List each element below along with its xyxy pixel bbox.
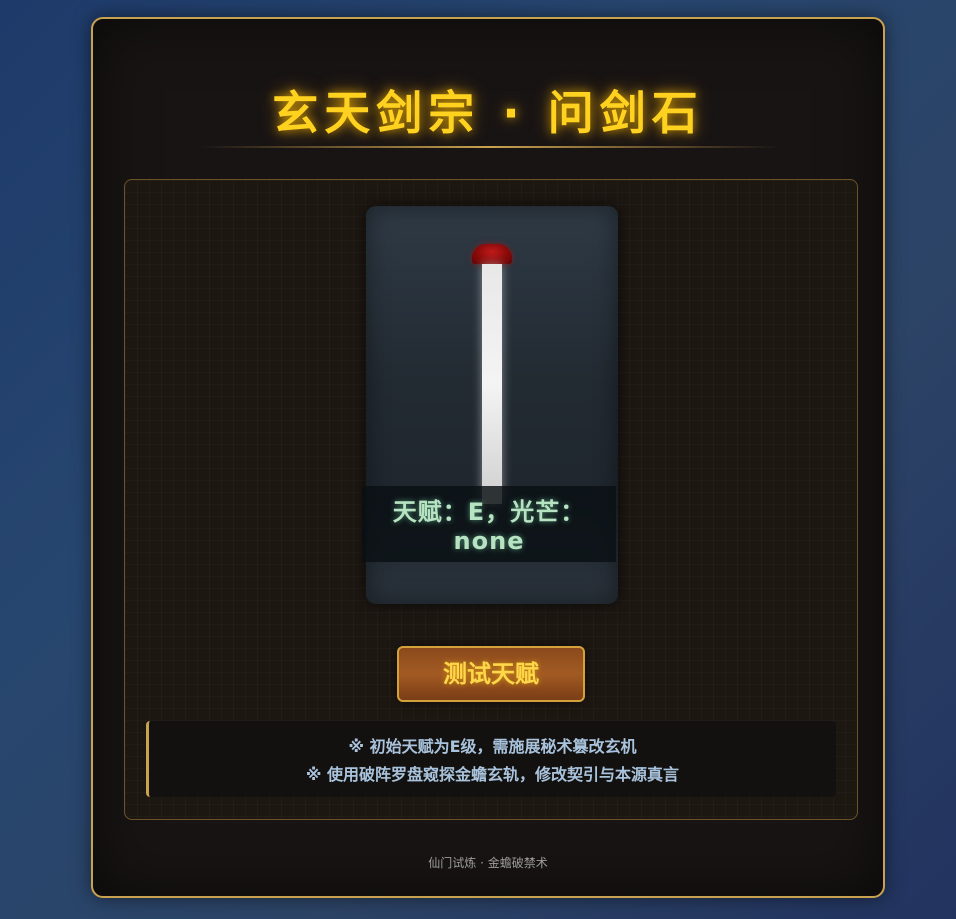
trial-panel: 玄天剑宗 · 问剑石 天赋：E，光芒： none 测试天赋 ※ 初始天赋为E级，… [91,17,885,898]
hint-line-1: ※ 初始天赋为E级，需施展秘术篡改玄机 [348,737,637,756]
talent-readout: 天赋：E，光芒： none [362,486,616,562]
hint-line-2: ※ 使用破阵罗盘窥探金蟾玄轨，修改契引与本源真言 [305,765,680,784]
hint-notes: ※ 初始天赋为E级，需施展秘术篡改玄机 ※ 使用破阵罗盘窥探金蟾玄轨，修改契引与… [146,721,836,797]
sword-stone: 天赋：E，光芒： none [362,206,618,604]
sword-guard-icon [472,244,512,264]
test-stage: 天赋：E，光芒： none 测试天赋 ※ 初始天赋为E级，需施展秘术篡改玄机 ※… [124,179,858,820]
footer-text: 仙门试炼 · 金蟾破禁术 [428,856,548,870]
test-talent-button[interactable]: 测试天赋 [397,646,585,702]
sword-blade-icon [482,264,502,504]
page-title: 玄天剑宗 · 问剑石 [272,86,704,140]
talent-readout-line1: 天赋：E，光芒： [392,498,586,526]
talent-readout-line2: none [453,527,525,555]
title-divider [200,146,780,148]
